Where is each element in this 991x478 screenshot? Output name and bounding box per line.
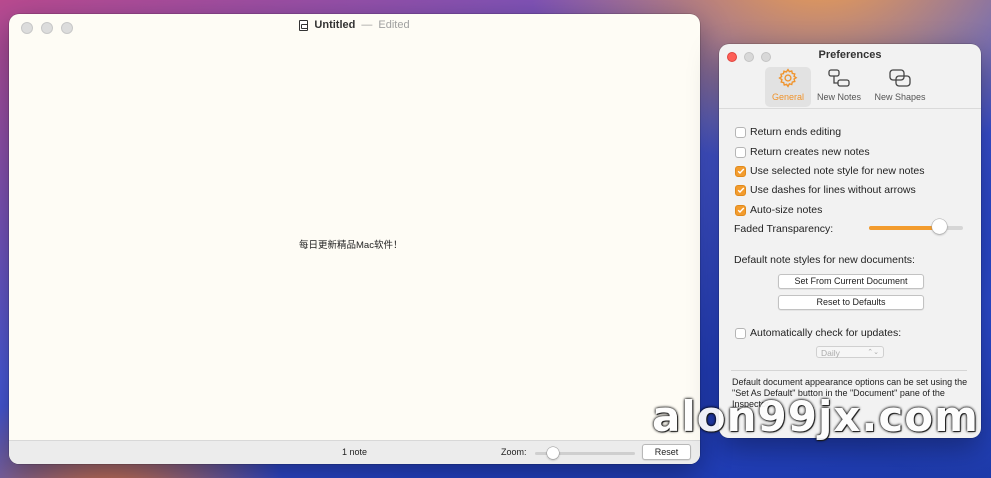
checkbox[interactable] xyxy=(735,327,746,339)
document-icon xyxy=(299,19,309,31)
note-count: 1 note xyxy=(342,447,368,457)
tab-label: New Notes xyxy=(816,92,861,102)
preferences-title: Preferences xyxy=(818,49,882,61)
reset-zoom-button[interactable]: Reset xyxy=(642,444,691,460)
option-label: Return ends editing xyxy=(750,126,842,138)
checkbox[interactable] xyxy=(735,165,746,177)
preferences-window: Preferences General New Notes New Shapes… xyxy=(719,44,981,438)
preferences-tabs: General New Notes New Shapes xyxy=(719,67,981,109)
option-auto-size-notes[interactable]: Auto-size notes xyxy=(735,204,822,216)
select-value: Daily xyxy=(821,348,840,358)
tab-new-shapes[interactable]: New Shapes xyxy=(870,67,930,107)
divider xyxy=(731,370,967,371)
checkbox[interactable] xyxy=(735,126,746,138)
edited-status: Edited xyxy=(378,19,410,31)
slider-fill xyxy=(869,226,941,230)
tab-new-notes[interactable]: New Notes xyxy=(813,67,865,107)
option-label: Automatically check for updates: xyxy=(750,327,902,339)
zoom-label: Zoom: xyxy=(501,447,527,457)
option-label: Use dashes for lines without arrows xyxy=(750,184,916,196)
window-title: Untitled xyxy=(314,19,356,31)
set-from-current-button[interactable]: Set From Current Document xyxy=(778,274,924,289)
option-use-dashes[interactable]: Use dashes for lines without arrows xyxy=(735,184,916,196)
faded-transparency-slider[interactable] xyxy=(869,219,963,234)
watermark-text: alon99jx.com xyxy=(652,392,979,441)
option-auto-check-updates[interactable]: Automatically check for updates: xyxy=(735,327,901,339)
chevron-updown-icon: ⌃⌄ xyxy=(867,349,879,356)
option-return-creates-notes[interactable]: Return creates new notes xyxy=(735,146,870,158)
zoom-slider-thumb[interactable] xyxy=(547,447,559,459)
title-bar[interactable]: Untitled — Edited xyxy=(9,14,700,38)
faded-transparency-label: Faded Transparency: xyxy=(734,223,834,235)
option-label: Auto-size notes xyxy=(750,204,823,216)
document-window: Untitled — Edited 每日更新精品Mac软件！ 1 note Zo… xyxy=(9,14,700,464)
tab-label: New Shapes xyxy=(874,92,926,102)
connected-notes-icon xyxy=(828,69,850,87)
option-use-selected-style[interactable]: Use selected note style for new notes xyxy=(735,165,925,177)
checkbox[interactable] xyxy=(735,184,746,196)
tab-general[interactable]: General xyxy=(765,67,811,107)
option-label: Return creates new notes xyxy=(750,146,870,158)
option-label: Use selected note style for new notes xyxy=(750,165,925,177)
note-text[interactable]: 每日更新精品Mac软件！ xyxy=(299,237,402,251)
tab-label: General xyxy=(771,92,805,102)
checkbox[interactable] xyxy=(735,204,746,216)
overlapping-shapes-icon xyxy=(889,69,911,87)
slider-thumb[interactable] xyxy=(932,219,948,234)
reset-to-defaults-button[interactable]: Reset to Defaults xyxy=(778,295,924,310)
update-frequency-select[interactable]: Daily ⌃⌄ xyxy=(816,346,884,358)
default-styles-label: Default note styles for new documents: xyxy=(734,254,915,266)
title-separator: — xyxy=(361,19,373,31)
checkbox[interactable] xyxy=(735,146,746,158)
zoom-slider[interactable] xyxy=(535,447,635,459)
gear-icon xyxy=(778,68,798,88)
option-return-ends-editing[interactable]: Return ends editing xyxy=(735,126,841,138)
status-bar: 1 note Zoom: Reset xyxy=(9,440,700,464)
